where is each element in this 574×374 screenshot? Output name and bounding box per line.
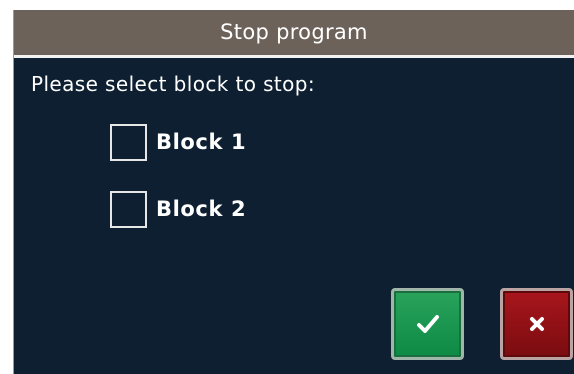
- cancel-button[interactable]: [500, 288, 573, 360]
- confirm-button[interactable]: [391, 288, 464, 360]
- block-1-checkbox[interactable]: [110, 123, 147, 161]
- stop-program-dialog: Stop program Please select block to stop…: [13, 10, 574, 374]
- block-2-checkbox[interactable]: [110, 190, 147, 228]
- dialog-title: Stop program: [14, 10, 574, 55]
- checkmark-icon: [416, 314, 439, 334]
- block-1-option[interactable]: Block 1: [110, 120, 246, 164]
- block-2-label: Block 2: [156, 197, 247, 221]
- title-divider: [14, 55, 574, 58]
- select-block-prompt: Please select block to stop:: [31, 72, 316, 96]
- x-icon: [529, 316, 545, 332]
- block-1-label: Block 1: [156, 130, 247, 154]
- block-2-option[interactable]: Block 2: [110, 187, 246, 231]
